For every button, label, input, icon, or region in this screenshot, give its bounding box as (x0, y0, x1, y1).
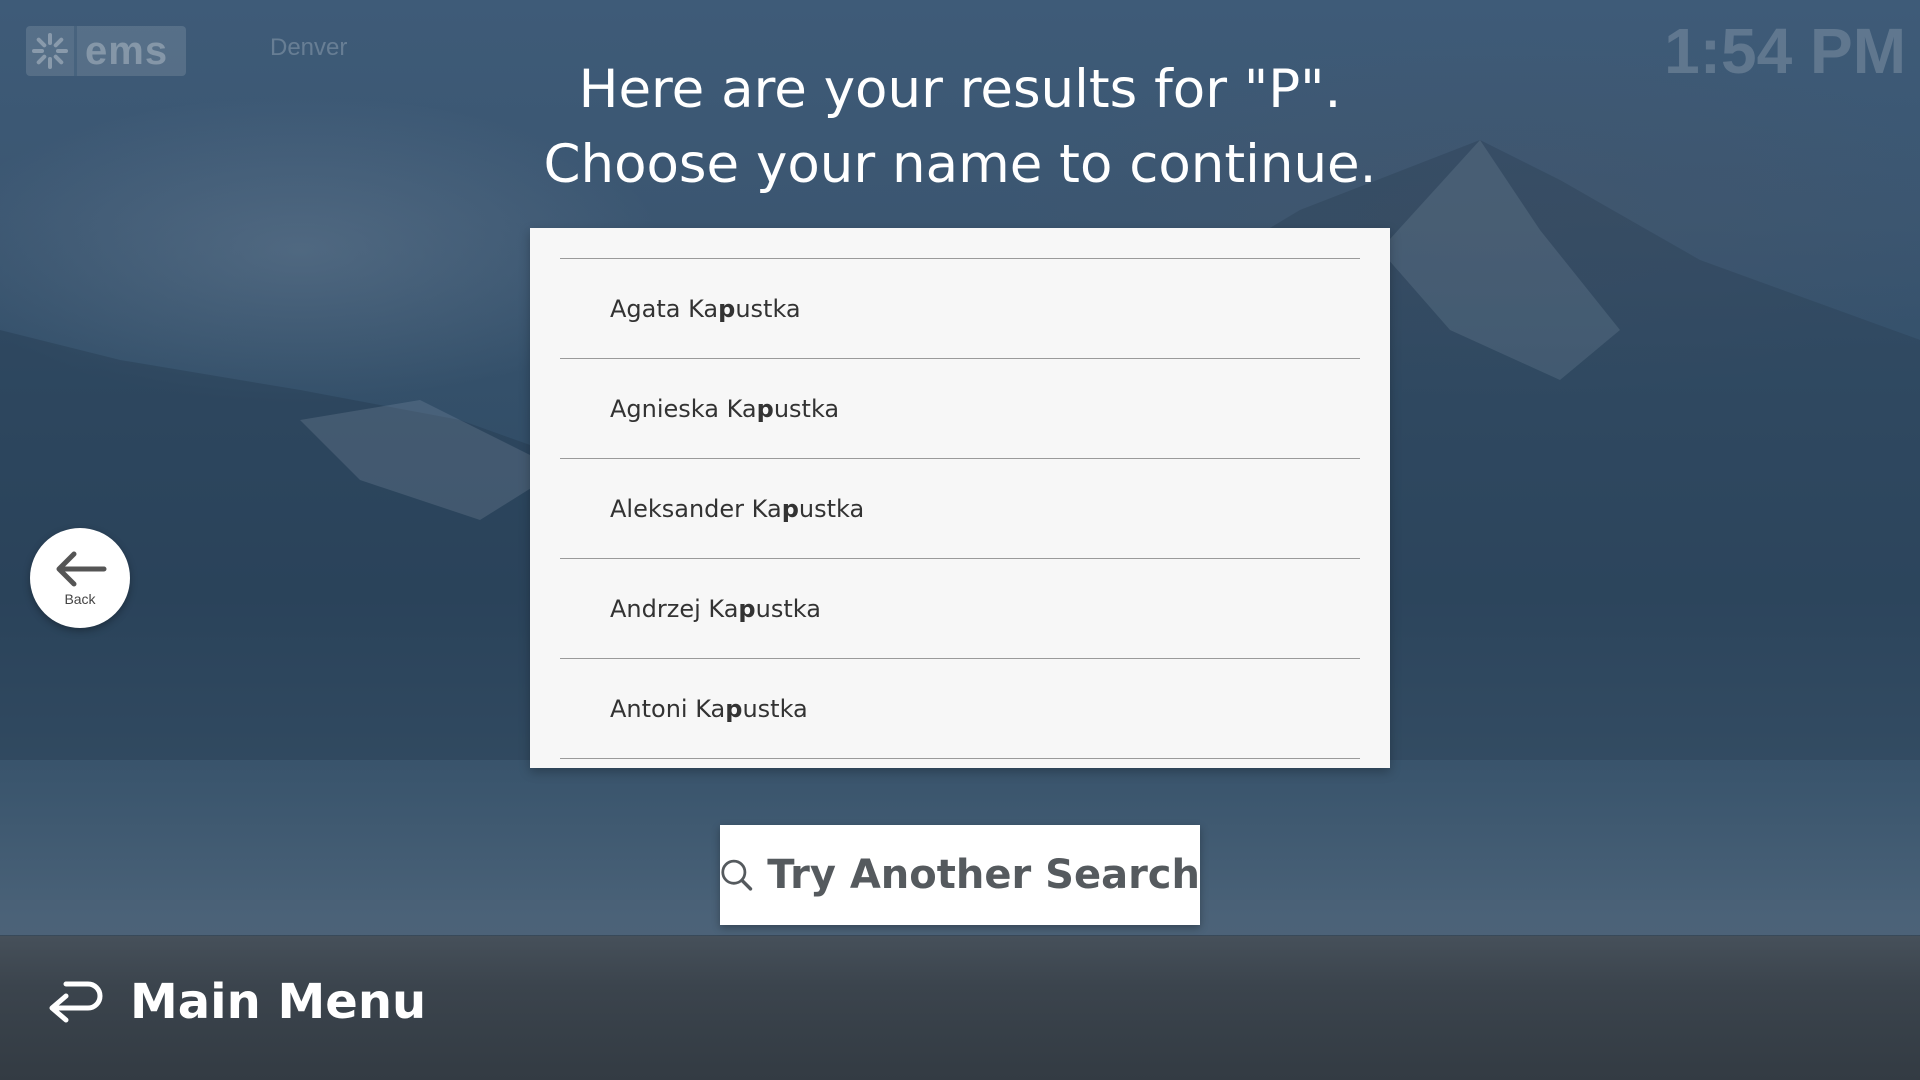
result-row[interactable]: Agata Kapustka (560, 259, 1360, 359)
search-button-label: Try Another Search (767, 852, 1200, 898)
back-button[interactable]: Back (30, 528, 130, 628)
prompt-line-2: Choose your name to continue. (543, 134, 1377, 195)
result-row[interactable]: Antoni Kapustka (560, 659, 1360, 759)
search-icon (721, 859, 753, 891)
return-arrow-icon (49, 981, 103, 1023)
result-name: Agnieska Kapustka (610, 394, 840, 423)
arrow-left-icon (56, 551, 107, 587)
main-menu-button[interactable]: Main Menu (46, 974, 426, 1030)
back-label: Back (64, 591, 96, 607)
result-row[interactable]: Agnieska Kapustka (560, 359, 1360, 459)
try-another-search-button[interactable]: Try Another Search (720, 825, 1200, 925)
results-list: Agata Kapustka Agnieska Kapustka Aleksan… (560, 258, 1360, 759)
footer-bar: Main Menu (0, 936, 1920, 1080)
result-name: Antoni Kapustka (610, 694, 808, 723)
result-row[interactable]: Aleksander Kapustka (560, 459, 1360, 559)
main-menu-label: Main Menu (130, 974, 427, 1030)
results-card: Agata Kapustka Agnieska Kapustka Aleksan… (530, 228, 1390, 768)
prompt-line-1: Here are your results for "P". (578, 59, 1342, 120)
result-name: Aleksander Kapustka (610, 494, 865, 523)
result-name: Andrzej Kapustka (610, 594, 821, 623)
result-name: Agata Kapustka (610, 294, 801, 323)
results-prompt: Here are your results for "P". Choose yo… (0, 52, 1920, 202)
result-row[interactable]: Andrzej Kapustka (560, 559, 1360, 659)
